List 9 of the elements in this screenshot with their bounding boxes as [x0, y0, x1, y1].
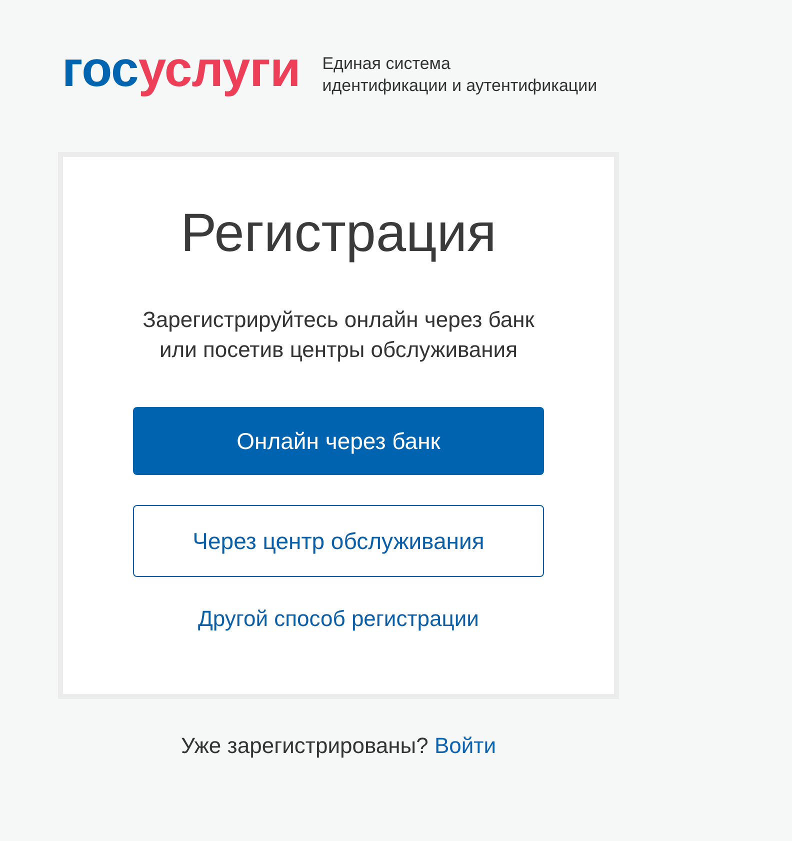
- tagline: Единая система идентификации и аутентификации: [322, 53, 598, 97]
- service-center-button[interactable]: Через центр обслуживания: [133, 505, 544, 577]
- login-link[interactable]: Войти: [434, 733, 496, 758]
- logo-wordmark: госуслуги: [62, 44, 300, 94]
- bank-registration-button[interactable]: Онлайн через банк: [133, 407, 544, 475]
- login-prompt: Уже зарегистрированы? Войти: [180, 733, 498, 759]
- page-title: Регистрация: [180, 202, 496, 265]
- other-method-link[interactable]: Другой способ регистрации: [198, 606, 479, 632]
- description-text: Зарегистрируйтесь онлайн через банк или посетив центры обслуживания: [142, 306, 536, 364]
